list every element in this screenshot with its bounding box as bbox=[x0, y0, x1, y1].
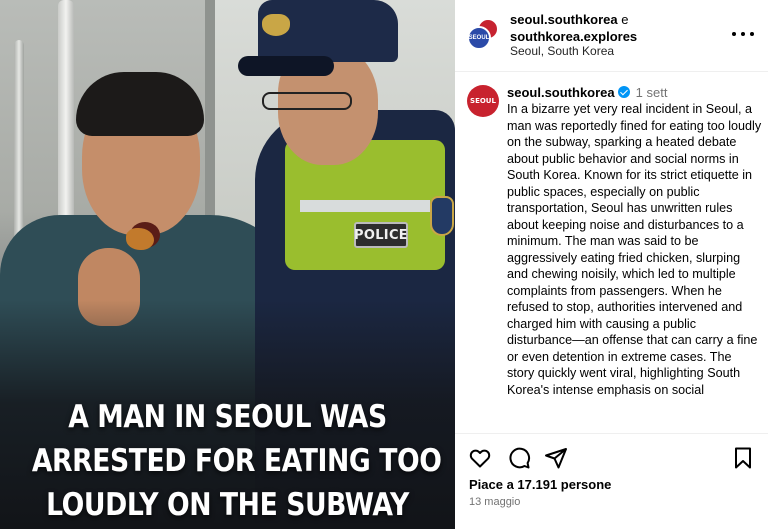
post-header: SEOUL seoul.southkorea e southkorea.expl… bbox=[455, 0, 768, 72]
caption-header: seoul.southkorea 1 sett bbox=[507, 85, 667, 100]
conjunction: e bbox=[621, 12, 629, 27]
collab-usernames: seoul.southkorea e southkorea.explores bbox=[510, 11, 637, 45]
collab-avatars[interactable]: SEOUL bbox=[467, 18, 501, 52]
image-headline: A MAN IN SEOUL WAS ARRESTED FOR EATING T… bbox=[31, 395, 442, 527]
caption-text: In a bizarre yet very real incident in S… bbox=[507, 102, 762, 397]
heart-icon[interactable] bbox=[468, 446, 492, 470]
headline-line: ARRESTED FOR EATING TOO bbox=[31, 443, 442, 479]
post-image[interactable]: POLICE A MAN IN SEOUL WAS ARRESTED FOR E… bbox=[0, 0, 455, 529]
username-link[interactable]: seoul.southkorea bbox=[510, 12, 618, 27]
man-hair bbox=[76, 72, 204, 136]
avatar-seoul-southkorea[interactable]: SEOUL bbox=[467, 26, 491, 50]
post-time[interactable]: 1 sett bbox=[636, 85, 668, 100]
verified-badge-icon bbox=[617, 86, 630, 98]
shoulder-patch bbox=[430, 196, 454, 236]
vest-stripe bbox=[300, 200, 430, 212]
bookmark-icon[interactable] bbox=[731, 446, 755, 470]
avatar-text: SEOUL bbox=[468, 35, 490, 41]
share-icon[interactable] bbox=[544, 446, 568, 470]
caption-username[interactable]: seoul.southkorea bbox=[507, 85, 615, 100]
officer-glasses bbox=[262, 92, 352, 110]
likes-count[interactable]: Piace a 17.191 persone bbox=[469, 477, 611, 492]
location-link[interactable]: Seoul, South Korea bbox=[510, 44, 614, 58]
headline-line: A MAN IN SEOUL WAS bbox=[68, 399, 387, 435]
action-bar: Piace a 17.191 persone 13 maggio bbox=[455, 433, 768, 529]
caption-avatar[interactable]: SEOUL bbox=[467, 85, 499, 117]
fried-chicken bbox=[126, 228, 154, 250]
cap-badge bbox=[262, 14, 290, 36]
police-patch: POLICE bbox=[354, 222, 408, 248]
comment-icon[interactable] bbox=[507, 446, 531, 470]
post-details-panel: SEOUL seoul.southkorea e southkorea.expl… bbox=[455, 0, 768, 529]
officer-cap-brim bbox=[238, 56, 334, 76]
caption-scroll-area[interactable]: SEOUL seoul.southkorea 1 sett In a bizarr… bbox=[455, 73, 768, 433]
username-link[interactable]: southkorea.explores bbox=[510, 29, 637, 44]
post-date[interactable]: 13 maggio bbox=[469, 496, 520, 508]
headline-line: LOUDLY ON THE SUBWAY bbox=[46, 487, 409, 523]
avatar-text: SEOUL bbox=[470, 97, 496, 105]
more-horizontal-icon[interactable] bbox=[732, 24, 754, 44]
